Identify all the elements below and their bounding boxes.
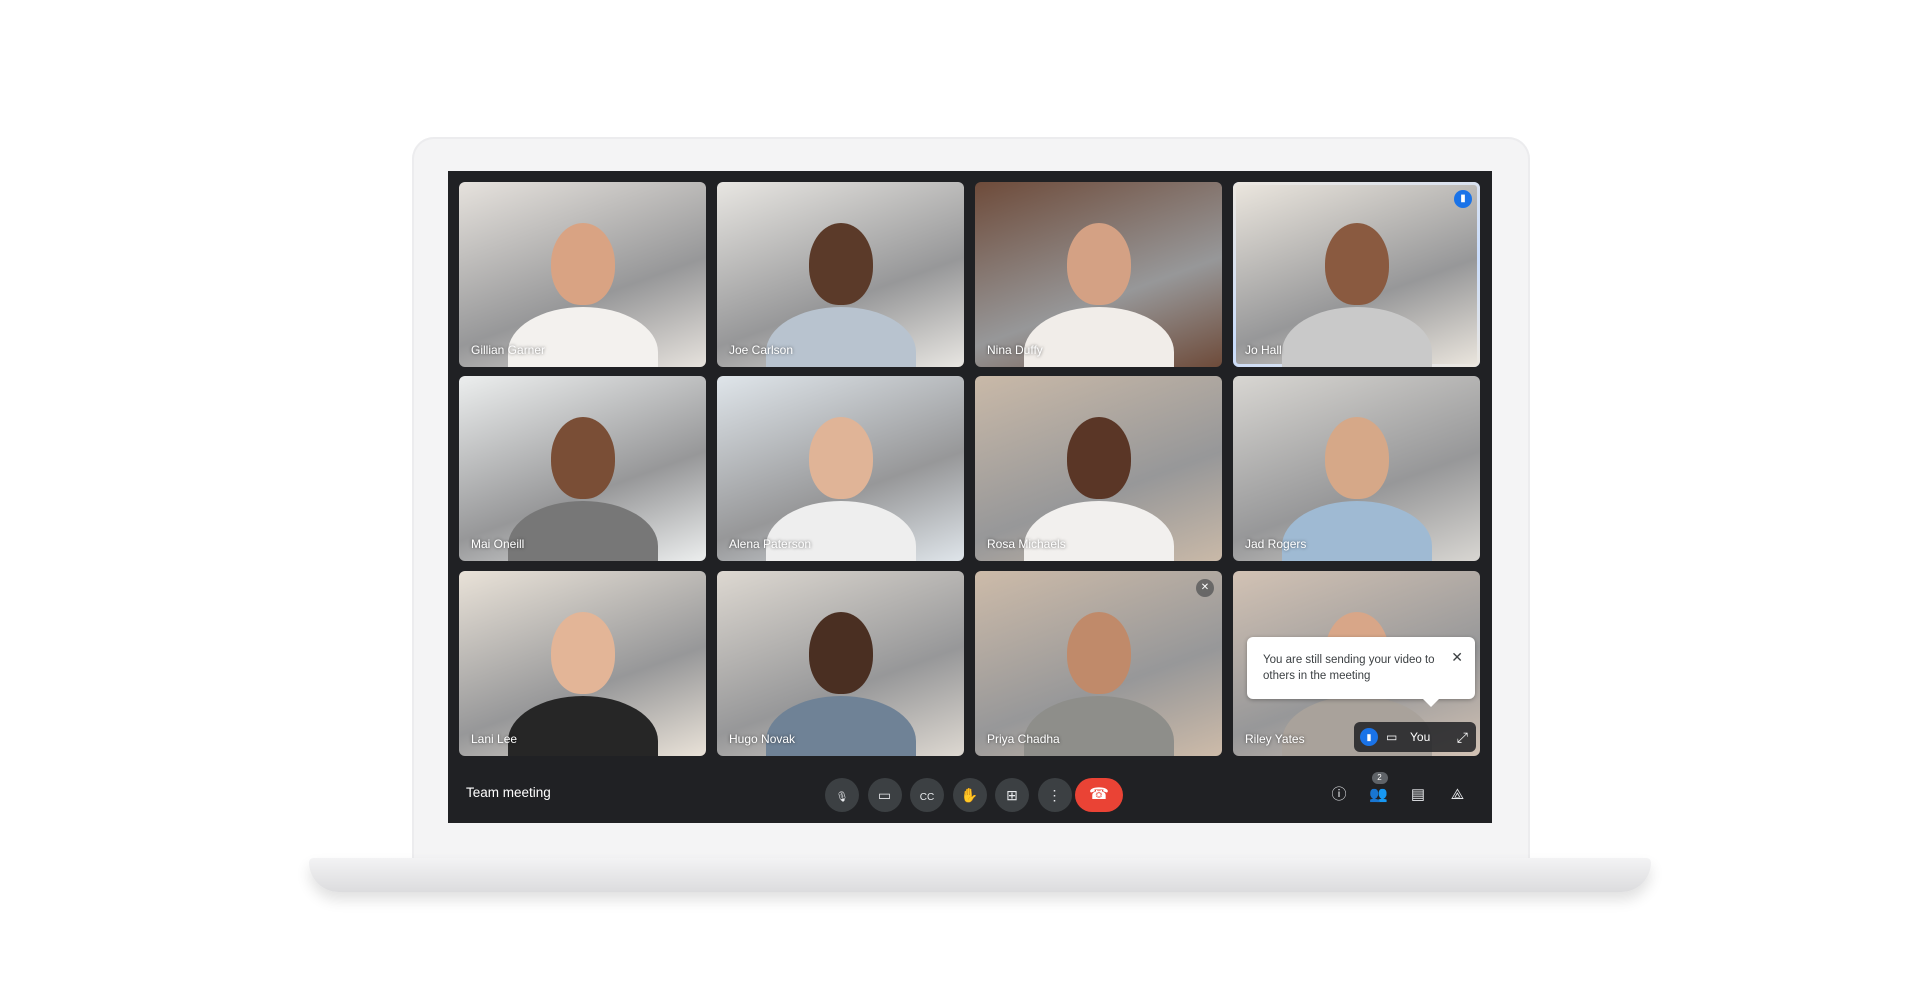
participant-tile[interactable]: Mai Oneill	[459, 376, 706, 561]
participant-tile[interactable]: Joe Carlson	[717, 182, 964, 367]
present-screen-icon: ⊞	[1006, 787, 1018, 803]
chat-icon: ▤	[1410, 786, 1426, 803]
self-view-bar: ▮ ▭ You ⤢	[1354, 722, 1476, 752]
participant-tile[interactable]: Priya Chadha ✕	[975, 571, 1222, 756]
participant-face	[550, 416, 615, 499]
people-icon: 👥	[1369, 786, 1388, 803]
mic-muted-icon: ✕	[1196, 579, 1214, 597]
camera-icon: ▭	[877, 787, 892, 803]
participant-face	[808, 222, 873, 305]
participant-name: Joe Carlson	[729, 343, 794, 357]
activities-icon: ⟁	[1450, 786, 1465, 803]
laptop-base	[309, 858, 1651, 892]
participant-face	[1066, 416, 1131, 499]
participant-face	[1066, 222, 1131, 305]
captions-button[interactable]: CC	[910, 778, 944, 812]
camera-icon[interactable]: ▭	[1386, 722, 1397, 752]
chat-button[interactable]: ▤	[1405, 782, 1431, 808]
participant-name: Jo Hall	[1245, 343, 1282, 357]
hang-up-icon: ☎	[1089, 786, 1109, 803]
info-button[interactable]: ⓘ	[1326, 782, 1352, 808]
microphone-button[interactable]: 🎙	[825, 778, 859, 812]
speaking-indicator-icon: ▮	[1360, 728, 1378, 746]
participant-face	[1324, 416, 1389, 499]
participant-name: Alena Paterson	[729, 537, 812, 551]
more-options-icon: ⋮	[1047, 787, 1062, 803]
tooltip-text: You are still sending your video to othe…	[1263, 654, 1435, 682]
participant-face	[550, 611, 615, 694]
camera-button[interactable]: ▭	[867, 778, 902, 812]
participant-name: Hugo Novak	[729, 732, 796, 746]
participant-name: Gillian Garner	[471, 343, 546, 357]
participant-count-badge: 2	[1371, 772, 1388, 784]
close-icon[interactable]: ✕	[1451, 649, 1463, 665]
microphone-icon: 🎙	[835, 792, 849, 803]
expand-icon[interactable]: ⤢	[1457, 722, 1468, 752]
participant-name: Jad Rogers	[1245, 537, 1307, 551]
participant-tile[interactable]: Hugo Novak	[717, 571, 964, 756]
end-call-button[interactable]: ☎	[1075, 778, 1123, 812]
participant-name: Rosa Michaels	[987, 537, 1066, 551]
more-options-button[interactable]: ⋮	[1037, 778, 1072, 812]
participant-tile[interactable]: Lani Lee	[459, 571, 706, 756]
participant-name: Mai Oneill	[471, 537, 525, 551]
people-button[interactable]: 👥 2	[1366, 772, 1392, 808]
raise-hand-icon: ✋	[960, 787, 979, 803]
meet-window: Gillian Garner Joe Carlson Nina Duffy Jo…	[448, 171, 1492, 823]
participant-tile[interactable]: Jo Hall ▮	[1233, 182, 1480, 367]
activities-button[interactable]: ⟁	[1445, 782, 1471, 808]
participant-tile[interactable]: Gillian Garner	[459, 182, 706, 367]
participant-name: Nina Duffy	[987, 343, 1043, 357]
participant-tile[interactable]: Jad Rogers	[1233, 376, 1480, 561]
self-label: You	[1410, 730, 1431, 744]
participant-face	[1324, 222, 1389, 305]
participant-name: Lani Lee	[471, 732, 518, 746]
participant-face	[808, 416, 873, 499]
participant-face	[808, 611, 873, 694]
participant-face	[1066, 611, 1131, 694]
participant-tile[interactable]: Alena Paterson	[717, 376, 964, 561]
participant-tile[interactable]: Riley Yates You are still sending your vi…	[1233, 571, 1480, 756]
participant-name: Priya Chadha	[987, 732, 1060, 746]
participant-name: Riley Yates	[1245, 732, 1305, 746]
control-bar: Team meeting 🎙 ▭ CC ✋ ⊞ ⋮ ☎ ⓘ 👥 2 ▤ ⟁	[448, 765, 1492, 823]
video-tooltip: You are still sending your video to othe…	[1247, 637, 1475, 707]
meeting-title: Team meeting	[466, 785, 551, 800]
info-icon: ⓘ	[1331, 786, 1347, 803]
participant-tile[interactable]: Nina Duffy	[975, 182, 1222, 367]
speaking-indicator-icon: ▮	[1454, 190, 1472, 208]
raise-hand-button[interactable]: ✋	[952, 778, 987, 812]
participant-face	[550, 222, 615, 305]
captions-icon: CC	[919, 792, 935, 803]
participant-tile[interactable]: Rosa Michaels	[975, 376, 1222, 561]
present-screen-button[interactable]: ⊞	[995, 778, 1029, 812]
